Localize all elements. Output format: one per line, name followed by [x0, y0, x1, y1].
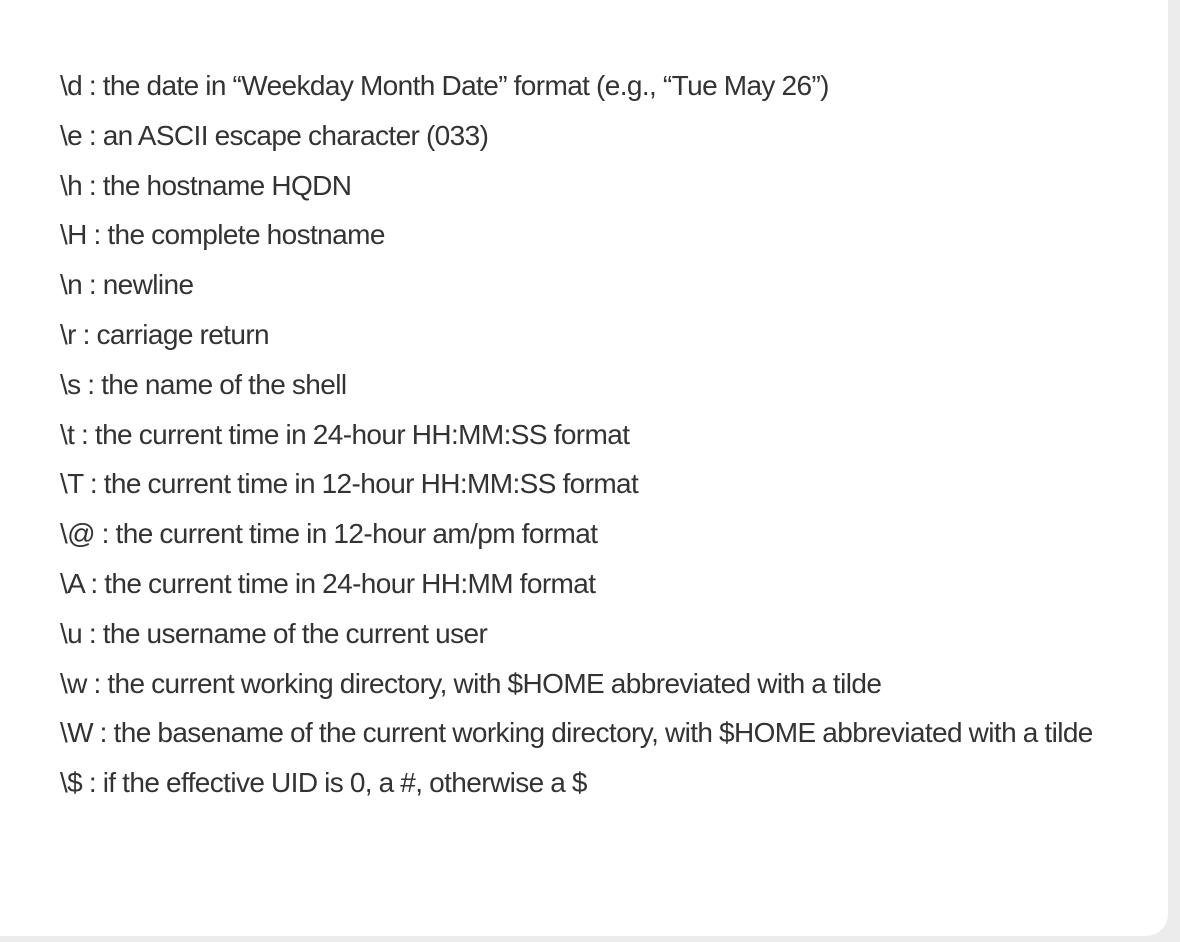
- prompt-escape-list: \d : the date in “Weekday Month Date” fo…: [60, 61, 1108, 808]
- escape-item-n: \n : newline: [60, 269, 194, 301]
- escape-item-at: \@ : the current time in 12-hour am/pm f…: [60, 518, 598, 550]
- escape-item-w: \w : the current working directory, with…: [60, 667, 882, 699]
- escape-item-u: \u : the username of the current user: [60, 617, 488, 649]
- escape-item-A: \A : the current time in 24-hour HH:MM f…: [60, 567, 596, 599]
- escape-item-s: \s : the name of the shell: [60, 368, 347, 400]
- escape-item-T: \T : the current time in 12-hour HH:MM:S…: [60, 468, 639, 500]
- escape-item-H: \H : the complete hostname: [60, 219, 385, 251]
- escape-item-d: \d : the date in “Weekday Month Date” fo…: [60, 70, 830, 101]
- escape-item-h: \h : the hostname HQDN: [60, 169, 352, 201]
- escape-item-t: \t : the current time in 24-hour HH:MM:S…: [60, 418, 630, 450]
- escape-item-W: \W : the basename of the current working…: [60, 717, 1093, 749]
- escape-item-dollar: \$ : if the effective UID is 0, a #, oth…: [60, 767, 587, 799]
- escape-item-r: \r : carriage return: [60, 318, 270, 350]
- content-card: \d : the date in “Weekday Month Date” fo…: [0, 0, 1168, 936]
- escape-item-e: \e : an ASCII escape character (033): [60, 119, 489, 151]
